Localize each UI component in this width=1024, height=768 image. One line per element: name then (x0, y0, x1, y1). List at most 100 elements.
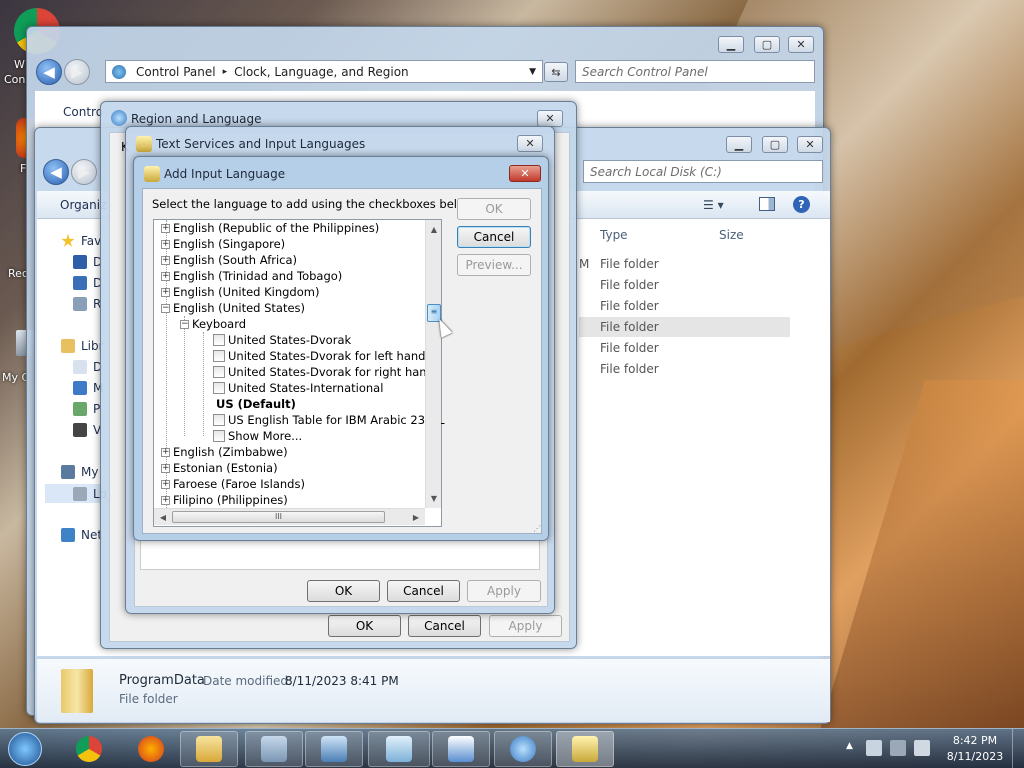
nav-videos[interactable]: V (73, 423, 101, 437)
expand-icon[interactable]: + (161, 255, 170, 265)
chevron-down-icon[interactable]: ▼ (529, 67, 536, 77)
close-button[interactable]: ✕ (509, 165, 541, 182)
minimize-button[interactable]: ▁ (718, 36, 744, 53)
text-services-apply-button[interactable]: Apply (467, 580, 541, 602)
collapse-icon[interactable]: − (180, 319, 189, 329)
volume-icon[interactable] (914, 740, 930, 756)
tree-node-keyboard[interactable]: − Keyboard (180, 316, 246, 332)
view-options-icon[interactable]: ☰ ▾ (703, 198, 724, 212)
taskbar-wordpad[interactable] (432, 731, 490, 767)
expand-icon[interactable]: + (161, 271, 170, 281)
action-center-icon[interactable] (866, 740, 882, 756)
expand-icon[interactable]: + (161, 463, 170, 473)
region-ok-button[interactable]: OK (328, 615, 401, 637)
keyboard-option-ibm-arabic[interactable]: US English Table for IBM Arabic 238_L (213, 412, 445, 428)
checkbox[interactable] (213, 430, 225, 442)
nav-documents[interactable]: D (73, 360, 102, 374)
tree-node-faroese[interactable]: + Faroese (Faroe Islands) (161, 476, 305, 492)
taskbar-text-services[interactable] (556, 731, 614, 767)
taskbar-notepad[interactable] (368, 731, 430, 767)
scroll-up-icon[interactable]: ▲ (427, 221, 441, 237)
breadcrumb-separator-icon[interactable]: ▸ (223, 67, 228, 77)
nav-recent[interactable]: R (73, 297, 101, 311)
nav-favorites[interactable]: Fav (61, 234, 101, 248)
nav-downloads[interactable]: D (73, 276, 102, 290)
expand-icon[interactable]: + (161, 239, 170, 249)
search-local-disk-input[interactable]: Search Local Disk (C:) (583, 160, 823, 183)
clock-date[interactable]: 8/11/2023 (942, 750, 1008, 763)
nav-music[interactable]: M (73, 381, 103, 395)
tree-node-english-uk[interactable]: + English (United Kingdom) (161, 284, 319, 300)
horizontal-scroll-thumb[interactable]: III (172, 511, 385, 523)
expand-icon[interactable]: + (161, 447, 170, 457)
checkbox[interactable] (213, 334, 225, 346)
scroll-left-icon[interactable]: ◀ (156, 509, 170, 525)
show-hidden-icons[interactable]: ▲ (846, 741, 853, 751)
nav-desktop[interactable]: D (73, 255, 102, 269)
checkbox[interactable] (213, 366, 225, 378)
forward-button[interactable]: ▶ (64, 59, 90, 85)
taskbar-firefox[interactable] (122, 731, 180, 767)
taskbar-region[interactable] (494, 731, 552, 767)
expand-icon[interactable]: + (161, 223, 170, 233)
add-input-cancel-button[interactable]: Cancel (457, 226, 531, 248)
close-button[interactable]: ✕ (537, 110, 563, 127)
close-button[interactable]: ✕ (517, 135, 543, 152)
minimize-button[interactable]: ▁ (726, 136, 752, 153)
search-control-panel-input[interactable]: Search Control Panel (575, 60, 815, 83)
tree-node-english-philippines[interactable]: + English (Republic of the Philippines) (161, 220, 379, 236)
tree-node-estonian[interactable]: + Estonian (Estonia) (161, 460, 278, 476)
help-icon[interactable]: ? (793, 196, 810, 213)
clock-time[interactable]: 8:42 PM (946, 734, 1004, 747)
address-bar[interactable]: Control Panel ▸ Clock, Language, and Reg… (105, 60, 543, 83)
taskbar-window-2[interactable] (245, 731, 303, 767)
column-size[interactable]: Size (719, 228, 744, 242)
tree-node-english-singapore[interactable]: + English (Singapore) (161, 236, 285, 252)
collapse-icon[interactable]: − (161, 303, 170, 313)
network-status-icon[interactable] (890, 740, 906, 756)
expand-icon[interactable]: + (161, 287, 170, 297)
checkbox[interactable] (213, 382, 225, 394)
scroll-right-icon[interactable]: ▶ (409, 509, 423, 525)
text-services-cancel-button[interactable]: Cancel (387, 580, 460, 602)
scroll-down-icon[interactable]: ▼ (427, 490, 441, 506)
keyboard-option-show-more[interactable]: Show More... (213, 428, 302, 444)
keyboard-option-dvorak[interactable]: United States-Dvorak (213, 332, 351, 348)
breadcrumb-control-panel[interactable]: Control Panel (136, 65, 216, 79)
keyboard-option-dvorak-left[interactable]: United States-Dvorak for left hand (213, 348, 425, 364)
keyboard-option-international[interactable]: United States-International (213, 380, 383, 396)
breadcrumb-clock-language-region[interactable]: Clock, Language, and Region (234, 65, 409, 79)
taskbar-chrome[interactable] (60, 731, 118, 767)
nav-computer[interactable]: My (61, 465, 98, 479)
show-desktop-button[interactable] (1012, 729, 1024, 768)
nav-pictures[interactable]: P (73, 402, 100, 416)
keyboard-option-dvorak-right[interactable]: United States-Dvorak for right hand (213, 364, 434, 380)
refresh-icon[interactable]: ⇆ (544, 62, 568, 82)
nav-network[interactable]: Net (61, 528, 102, 542)
region-cancel-button[interactable]: Cancel (408, 615, 481, 637)
expand-icon[interactable]: + (161, 495, 170, 505)
back-button[interactable]: ◀ (43, 159, 69, 185)
start-button[interactable] (8, 732, 42, 766)
checkbox[interactable] (213, 350, 225, 362)
back-button[interactable]: ◀ (36, 59, 62, 85)
checkbox[interactable] (213, 414, 225, 426)
taskbar-control-panel[interactable] (305, 731, 363, 767)
text-services-ok-button[interactable]: OK (307, 580, 380, 602)
forward-button[interactable]: ▶ (71, 159, 97, 185)
column-type[interactable]: Type (600, 228, 628, 242)
taskbar-explorer[interactable] (180, 731, 238, 767)
expand-icon[interactable]: + (161, 479, 170, 489)
vertical-scrollbar[interactable]: ▲ ≡ ▼ (425, 220, 441, 508)
maximize-button[interactable]: ▢ (754, 36, 780, 53)
resize-grip-icon[interactable]: ⋰ (533, 524, 541, 533)
tree-node-english-trinidad[interactable]: + English (Trinidad and Tobago) (161, 268, 342, 284)
horizontal-scrollbar[interactable]: ◀ III ▶ (154, 508, 425, 525)
region-apply-button[interactable]: Apply (489, 615, 562, 637)
preview-button[interactable]: Preview... (457, 254, 531, 276)
close-button[interactable]: ✕ (797, 136, 823, 153)
tree-node-filipino[interactable]: + Filipino (Philippines) (161, 492, 288, 508)
maximize-button[interactable]: ▢ (762, 136, 788, 153)
tree-node-english-us[interactable]: − English (United States) (161, 300, 305, 316)
tree-node-english-zimbabwe[interactable]: + English (Zimbabwe) (161, 444, 288, 460)
